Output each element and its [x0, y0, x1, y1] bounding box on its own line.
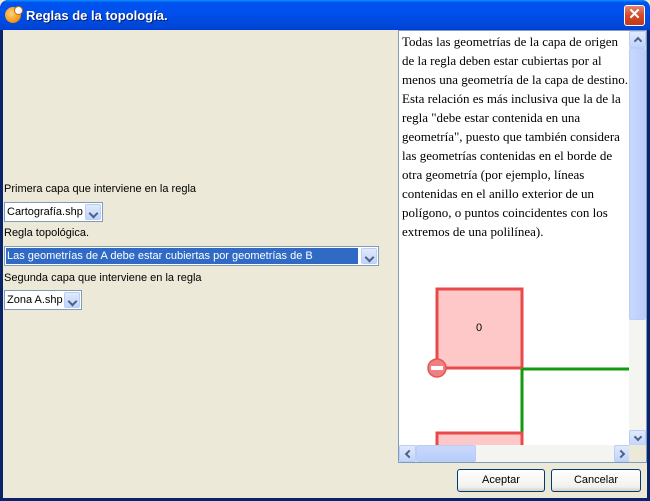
title-bar[interactable]: Reglas de la topología. ✕ [0, 0, 650, 30]
chevron-down-icon[interactable] [85, 204, 101, 220]
chevron-down-icon[interactable] [361, 248, 377, 264]
second-layer-combo[interactable]: Zona A.shp [4, 290, 82, 310]
rule-description-panel: Todas las geometrías de la capa de orige… [398, 30, 647, 463]
first-layer-value: Cartografía.shp [7, 206, 83, 218]
second-layer-value: Zona A.shp [7, 294, 63, 306]
close-button[interactable]: ✕ [624, 5, 645, 26]
accept-button[interactable]: Aceptar [457, 469, 545, 492]
dialog-window: Reglas de la topología. ✕ Primera capa q… [0, 0, 650, 501]
error-marker-icon [427, 358, 447, 378]
scroll-up-icon[interactable] [629, 31, 646, 48]
horizontal-scrollbar[interactable] [399, 445, 631, 462]
window-title: Reglas de la topología. [26, 8, 168, 23]
app-icon [5, 6, 23, 23]
dialog-body: Primera capa que interviene en la regla … [3, 30, 647, 498]
vertical-scroll-thumb[interactable] [629, 48, 646, 320]
rule-illustration: 0 [427, 287, 631, 447]
first-layer-label: Primera capa que interviene en la regla [4, 183, 197, 195]
rule-label: Regla topológica. [4, 227, 90, 239]
scroll-corner [629, 445, 646, 462]
rule-description-text: Todas las geometrías de la capa de orige… [402, 34, 628, 239]
scroll-left-icon[interactable] [399, 445, 416, 462]
horizontal-scroll-thumb[interactable] [416, 445, 476, 462]
cancel-button[interactable]: Cancelar [551, 469, 641, 492]
first-layer-combo[interactable]: Cartografía.shp [4, 202, 103, 222]
polygon-label: 0 [476, 322, 482, 334]
second-layer-label: Segunda capa que interviene en la regla [4, 272, 202, 284]
rule-value: Las geometrías de A debe estar cubiertas… [6, 248, 358, 264]
vertical-scrollbar[interactable] [629, 31, 646, 447]
chevron-down-icon[interactable] [64, 292, 80, 308]
rule-combo[interactable]: Las geometrías de A debe estar cubiertas… [4, 246, 379, 266]
